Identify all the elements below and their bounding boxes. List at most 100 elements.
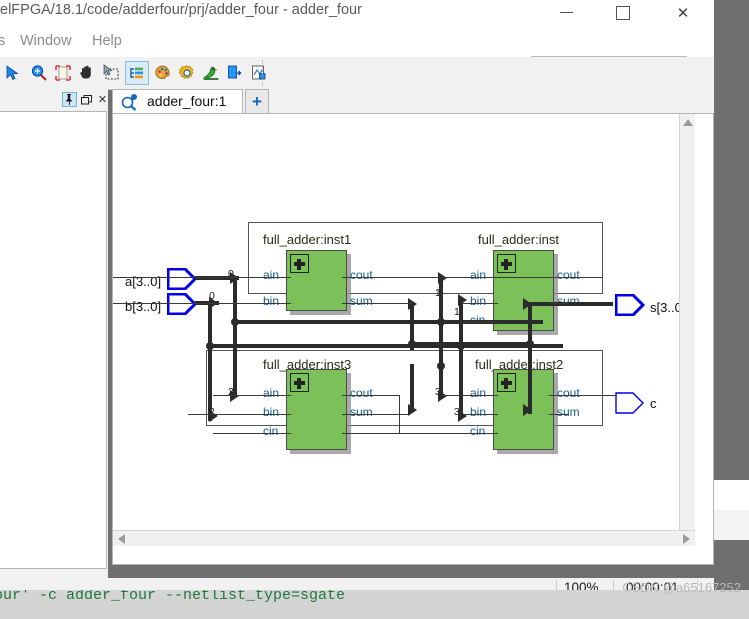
pin-label-inst2-sum: sum [557,405,580,419]
hierarchy-list-icon[interactable] [125,61,149,85]
close-icon[interactable]: ✕ [95,92,110,107]
wire-inst2-cout [549,395,617,396]
wire-bus-b-vertical [208,301,212,421]
window-title: elFPGA/18.1/code/adderfour/prj/adder_fou… [0,2,362,18]
menu-item-help[interactable]: Help [92,30,122,52]
junction-dot-6 [408,340,416,348]
wire-arrow-inst2-b [458,410,467,422]
wire-arrow-inst-b [458,294,467,306]
junction-dot-3 [437,318,445,326]
menu-item-window[interactable]: Window [20,30,72,52]
wire-arrow-sum-inst2 [523,404,532,416]
adder-plus-icon-inst3 [290,373,309,392]
wire-riser-inst2-b [459,344,463,416]
wire-inst1-ain [113,277,263,278]
junction-dot-5 [526,340,534,348]
wire-sum-col-left-lower [410,364,414,408]
wire-sum-bridge [410,342,532,346]
tab-adder-four[interactable]: adder_four:1 [112,89,243,114]
wire-sum-to-output [528,302,613,306]
color-palette-icon[interactable] [151,61,175,85]
parrot-icon[interactable] [199,61,223,85]
close-button[interactable]: ✕ [662,0,704,25]
wire-inst1-bin-stub [259,303,291,304]
output-port-s-symbol[interactable] [615,294,645,316]
wire-inst1-sum [342,303,412,304]
canvas-horizontal-scrollbar[interactable] [113,530,695,546]
junction-dot-7 [437,362,445,370]
scroll-left-arrow-icon[interactable] [118,534,125,544]
block-title-inst1: full_adder:inst1 [263,232,352,247]
toolbar: Page: 1 of 1 [0,57,714,140]
pin-label-inst1-cout: cout [350,268,373,282]
input-port-a-symbol[interactable] [167,268,197,290]
scroll-up-arrow-icon[interactable] [683,119,693,126]
wire-arrow-sum-inst [523,298,532,310]
input-port-b-label: b[3..0] [125,299,162,314]
hand-pan-icon[interactable] [75,61,99,85]
pin-label-inst3-ain: ain [263,386,280,400]
pin-label-inst2-cout: cout [557,386,580,400]
pin-label-inst3-cin: cin [263,424,279,438]
wire-inst3-bin [188,414,291,415]
wire-inst-ain-stub [489,277,499,278]
wire-sum-bus-column [528,304,532,414]
schematic-canvas-frame: a[3..0] b[3..0] s[3..0] c full_adder:ins… [112,113,714,565]
pin-label-inst1-sum: sum [350,294,373,308]
pin-label-inst2-cin: cin [470,424,486,438]
wire-bus-a-vertical [233,276,237,396]
wire-inst2-ain [443,395,498,396]
pin-label-inst3-bin: bin [263,405,280,419]
zoom-icon[interactable] [27,61,51,85]
wire-riser-inst-b [459,300,463,348]
menu-bar: s Window Help [0,25,714,77]
adder-plus-icon-inst2 [497,373,516,392]
adder-plus-icon-inst1 [290,254,309,273]
canvas-vertical-scrollbar[interactable] [679,114,695,546]
pin-label-inst2-bin: bin [470,405,487,419]
junction-dot-4 [457,342,465,350]
wire-inst-cout [549,277,603,278]
select-arrow-icon[interactable] [1,61,25,85]
output-port-c-symbol[interactable] [615,392,645,414]
pin-label-inst-bin: bin [470,294,487,308]
fit-in-window-icon[interactable] [51,61,75,85]
input-port-b-symbol[interactable] [167,293,197,315]
wire-inst1-bin [113,303,263,304]
maximize-icon [616,5,630,20]
pin-label-inst3-cout: cout [350,386,373,400]
wire-inst3-cout-route [342,433,400,434]
wire-inst1-ain-stub [259,277,291,278]
schematic-canvas[interactable]: a[3..0] b[3..0] s[3..0] c full_adder:ins… [113,114,695,546]
console-command-text: our' -c adder_four --netlist_type=sgate [0,590,346,604]
left-panel-body[interactable] [0,111,107,569]
document-export-icon[interactable] [247,61,271,85]
pin-label-inst2-ain: ain [470,386,487,400]
minimize-icon [559,12,573,13]
watermark-text: CSDN @a65167252 [622,580,741,595]
application-window: elFPGA/18.1/code/adderfour/prj/adder_fou… [0,0,749,619]
wire-arrow-a-inst3 [230,390,239,402]
wire-inst2-bin [463,414,498,415]
output-port-c-label: c [650,396,657,411]
wire-inst2-sum [549,414,569,415]
gear-settings-icon[interactable] [175,61,199,85]
restore-window-icon[interactable] [79,92,94,107]
junction-dot-1 [231,318,239,326]
menu-item-0[interactable]: s [0,30,5,52]
wire-arrow-inst-a [438,272,447,284]
rubber-band-select-icon[interactable] [99,61,123,85]
document-blue-icon[interactable] [223,61,247,85]
left-dock-panel: ✕ [0,89,108,578]
left-panel-header: ✕ [0,89,108,111]
wire-inst2-cin [398,433,498,434]
wire-inst3-cout [342,395,400,396]
maximize-button[interactable] [602,0,644,25]
new-tab-button[interactable]: + [245,89,269,114]
scroll-right-arrow-icon[interactable] [683,534,690,544]
minimize-button[interactable] [545,0,587,25]
pin-icon[interactable] [62,92,77,107]
background-panel-lower [714,510,749,540]
block-title-inst: full_adder:inst [478,232,559,247]
pin-label-inst-ain: ain [470,268,487,282]
